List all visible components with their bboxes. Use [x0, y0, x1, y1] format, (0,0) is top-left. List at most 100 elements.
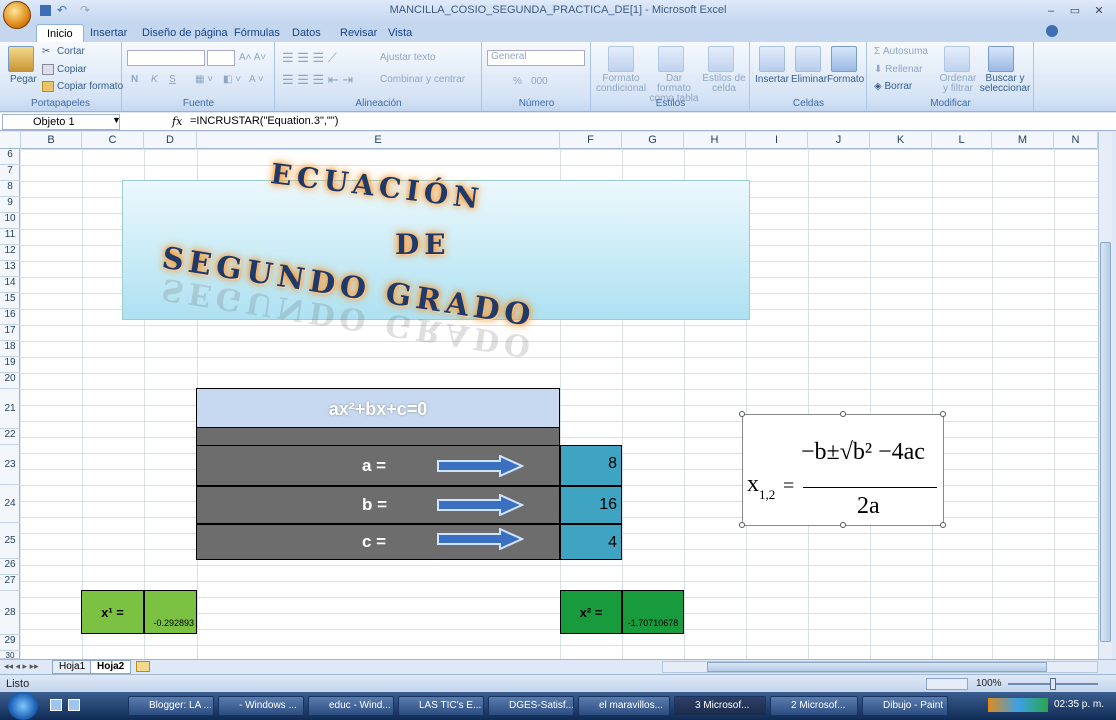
cell-styles-icon[interactable] [708, 46, 734, 72]
zoom-thumb[interactable] [1050, 678, 1056, 690]
resize-handle[interactable] [739, 522, 745, 528]
tab-insertar[interactable]: Insertar [80, 24, 137, 42]
minimize-button[interactable]: – [1040, 3, 1062, 19]
row-header[interactable]: 13 [0, 261, 20, 277]
row-header[interactable]: 7 [0, 165, 20, 181]
sort-filter-button[interactable]: Ordenar y filtrar [936, 74, 980, 94]
row-header[interactable]: 14 [0, 277, 20, 293]
row-header[interactable]: 30 [0, 651, 20, 660]
row-header[interactable]: 10 [0, 213, 20, 229]
column-header[interactable]: D [144, 132, 197, 149]
column-header[interactable]: I [746, 132, 808, 149]
row-header[interactable]: 17 [0, 325, 20, 341]
grow-font-button[interactable]: A˄ A˅ [239, 52, 266, 63]
horizontal-scrollbar[interactable] [662, 661, 1098, 673]
h-scroll-thumb[interactable] [707, 662, 1047, 672]
close-button[interactable]: ✕ [1088, 3, 1110, 19]
row-header[interactable]: 20 [0, 373, 20, 389]
task-item[interactable]: LAS TIC's E... [398, 696, 484, 716]
cell-styles-button[interactable]: Estilos de celda [702, 74, 746, 94]
underline-button[interactable]: S [169, 74, 176, 85]
column-header[interactable]: F [560, 132, 622, 149]
help-icon[interactable] [1046, 25, 1058, 37]
wrap-text-button[interactable]: Ajustar texto [380, 52, 436, 63]
row-header[interactable]: 28 [0, 591, 20, 635]
insert-cells-icon[interactable] [759, 46, 785, 72]
sheet-tab-hoja2[interactable]: Hoja2 [90, 660, 132, 674]
row-header[interactable]: 12 [0, 245, 20, 261]
delete-cells-icon[interactable] [795, 46, 821, 72]
column-header[interactable]: C [82, 132, 144, 149]
restore-button[interactable]: ▭ [1064, 3, 1086, 19]
task-item[interactable]: el maravillos... [578, 696, 670, 716]
column-header[interactable]: H [684, 132, 746, 149]
format-painter-button[interactable]: Copiar formato [42, 81, 123, 92]
resize-handle[interactable] [840, 522, 846, 528]
bold-button[interactable]: N [131, 74, 138, 85]
task-item[interactable]: 3 Microsof... [674, 696, 766, 716]
row-header[interactable]: 9 [0, 197, 20, 213]
select-all[interactable] [0, 132, 21, 149]
equation-object[interactable]: x 1,2 = −b±√b² −4ac 2a [742, 414, 944, 526]
fx-icon[interactable]: fx [172, 115, 182, 128]
task-item[interactable]: - Windows ... [218, 696, 304, 716]
x2-value-cell[interactable]: -1.70710678 [622, 590, 684, 634]
resize-handle[interactable] [840, 411, 846, 417]
format-cells-icon[interactable] [831, 46, 857, 72]
task-item[interactable]: Blogger: LA ... [128, 696, 214, 716]
clock[interactable]: 02:35 p. m. [1054, 699, 1104, 710]
copy-button[interactable]: Copiar [42, 64, 86, 75]
row-header[interactable]: 27 [0, 575, 20, 591]
resize-handle[interactable] [739, 411, 745, 417]
new-sheet-icon[interactable] [136, 661, 150, 672]
quick-launch-icon[interactable] [68, 699, 80, 711]
view-buttons[interactable] [926, 678, 968, 690]
resize-handle[interactable] [940, 411, 946, 417]
column-header[interactable]: L [932, 132, 992, 149]
row-header[interactable]: 18 [0, 341, 20, 357]
x1-value-cell[interactable]: -0.292893 [144, 590, 197, 634]
align-top-buttons[interactable]: ☰ ☰ ☰ ⟋ [282, 50, 337, 66]
resize-handle[interactable] [940, 522, 946, 528]
find-icon[interactable] [988, 46, 1014, 72]
quick-launch-icon[interactable] [50, 699, 62, 711]
row-header[interactable]: 16 [0, 309, 20, 325]
office-button[interactable] [3, 1, 31, 29]
sheet-tab-hoja1[interactable]: Hoja1 [52, 660, 93, 674]
x2-label-cell[interactable]: x² = [560, 590, 622, 634]
percent-button[interactable]: % [513, 76, 522, 87]
tab-formulas[interactable]: Fórmulas [224, 24, 290, 42]
tab-diseno[interactable]: Diseño de página [132, 24, 238, 42]
coef-value-b[interactable]: 16 [560, 486, 622, 524]
column-header[interactable]: G [622, 132, 684, 149]
row-header[interactable]: 11 [0, 229, 20, 245]
sheet-nav-icon[interactable]: ◂◂ ◂ ▸ ▸▸ [4, 661, 39, 672]
table-format-icon[interactable] [658, 46, 684, 72]
tab-inicio[interactable]: Inicio [36, 24, 84, 42]
format-cells-button[interactable]: Formato [827, 74, 864, 85]
task-item[interactable]: Dibujo - Paint [862, 696, 948, 716]
row-header[interactable]: 19 [0, 357, 20, 373]
column-header[interactable]: E [197, 132, 560, 149]
tab-vista[interactable]: Vista [378, 24, 422, 42]
fill-button[interactable]: ⬇ Rellenar [874, 64, 922, 75]
row-header[interactable]: 21 [0, 389, 20, 429]
start-button[interactable] [8, 692, 38, 720]
name-box-dropdown-icon[interactable]: ▼ [112, 115, 121, 125]
row-header[interactable]: 23 [0, 445, 20, 485]
font-color-button[interactable]: A ˅ [249, 74, 264, 85]
conditional-format-button[interactable]: Formato condicional [596, 74, 646, 94]
task-item[interactable]: DGES-Satisf... [488, 696, 574, 716]
column-header[interactable]: M [992, 132, 1054, 149]
find-select-button[interactable]: Buscar y seleccionar [978, 74, 1032, 94]
conditional-format-icon[interactable] [608, 46, 634, 72]
font-name-select[interactable] [127, 50, 205, 66]
row-header[interactable]: 15 [0, 293, 20, 309]
vertical-scrollbar[interactable] [1098, 132, 1112, 659]
coef-value-c[interactable]: 4 [560, 524, 622, 560]
tray-icons[interactable] [988, 698, 1048, 712]
name-box[interactable]: Objeto 1 [2, 114, 120, 130]
font-size-select[interactable] [207, 50, 235, 66]
merge-center-button[interactable]: Combinar y centrar [380, 74, 465, 85]
task-item[interactable]: educ - Wind... [308, 696, 394, 716]
